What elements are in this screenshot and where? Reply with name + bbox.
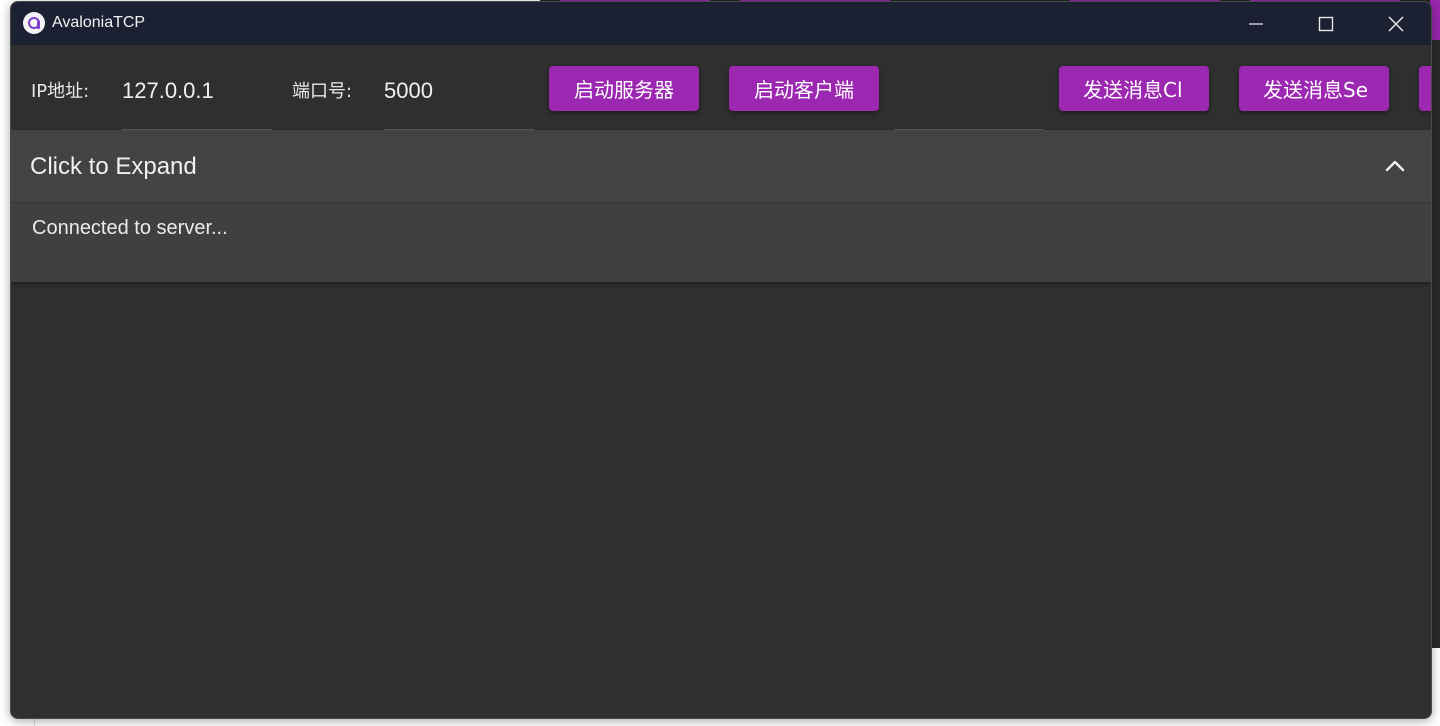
expander-header[interactable]: Click to Expand	[11, 130, 1431, 203]
app-window: AvaloniaTCP IP地址: 端口号: 启动服务器	[10, 1, 1432, 719]
start-server-button[interactable]: 启动服务器	[549, 66, 699, 111]
ip-input[interactable]	[122, 73, 272, 109]
ip-field[interactable]	[122, 63, 272, 131]
window-title: AvaloniaTCP	[52, 14, 146, 31]
overflow-button[interactable]	[1419, 66, 1431, 111]
send-client-message-button[interactable]: 发送消息Cl	[1059, 66, 1209, 111]
send-server-message-button[interactable]: 发送消息Se	[1239, 66, 1389, 111]
log-expander: Click to Expand Connected to server...	[11, 130, 1431, 282]
port-label: 端口号:	[292, 81, 353, 102]
chevron-up-icon[interactable]	[1383, 154, 1407, 178]
minimize-icon	[1249, 22, 1263, 25]
message-field[interactable]	[894, 63, 1044, 131]
maximize-icon	[1318, 16, 1334, 31]
close-icon	[1388, 15, 1404, 32]
ip-label: IP地址:	[31, 81, 90, 102]
start-client-button[interactable]: 启动客户端	[729, 66, 879, 111]
port-field[interactable]	[384, 63, 534, 131]
connection-status-text: Connected to server...	[32, 217, 228, 239]
maximize-button[interactable]	[1291, 2, 1361, 45]
connection-toolbar: IP地址: 端口号: 启动服务器 启动客户端 发送消息Cl 发送消息Se	[11, 45, 1431, 131]
port-input[interactable]	[384, 73, 534, 109]
title-bar[interactable]: AvaloniaTCP	[11, 2, 1431, 45]
close-button[interactable]	[1361, 2, 1431, 45]
message-input[interactable]	[894, 73, 1044, 109]
avalonia-logo-icon	[23, 12, 45, 34]
expander-title: Click to Expand	[30, 153, 197, 180]
minimize-button[interactable]	[1221, 2, 1291, 45]
background-divider	[34, 718, 35, 726]
